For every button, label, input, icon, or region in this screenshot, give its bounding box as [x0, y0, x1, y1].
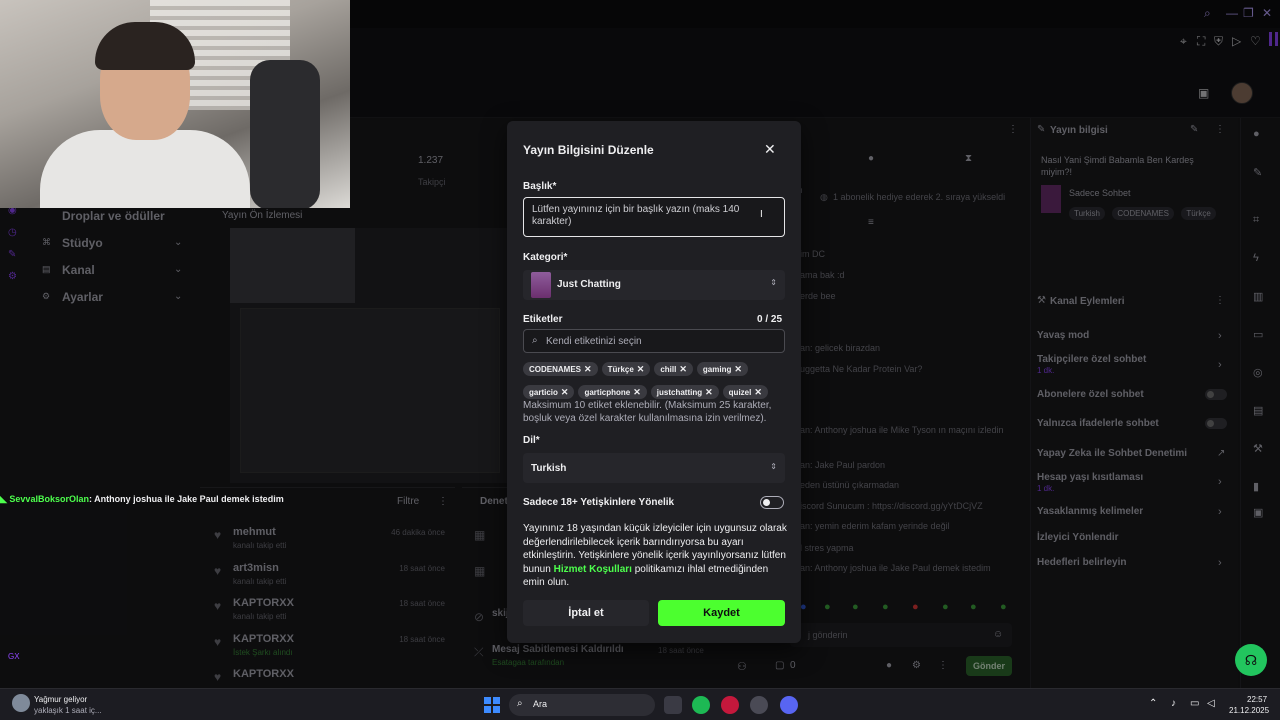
search-icon: ⌕ — [517, 698, 523, 709]
tag-label: garticio — [529, 388, 558, 397]
tag-chip[interactable]: garticio ✕ — [523, 385, 575, 399]
remove-tag-icon[interactable]: ✕ — [584, 364, 592, 374]
remove-tag-icon[interactable]: ✕ — [754, 387, 762, 397]
tags-placeholder: Kendi etiketinizi seçin — [546, 336, 642, 347]
tag-chip[interactable]: justchatting ✕ — [650, 385, 719, 399]
language-label: Dil* — [523, 435, 540, 446]
remove-tag-icon[interactable]: ✕ — [561, 387, 569, 397]
weather-title[interactable]: Yağmur geliyor — [34, 695, 87, 704]
taskbar-search[interactable]: ⌕ Ara — [509, 694, 655, 716]
tag-chip[interactable]: garticphone ✕ — [578, 385, 647, 399]
tags-label: Etiketler — [523, 314, 563, 325]
overlay-chat-icon: ◣ — [0, 494, 10, 504]
category-value: Just Chatting — [557, 279, 621, 290]
close-icon[interactable]: ✕ — [764, 141, 776, 158]
taskbar-search-label: Ara — [533, 699, 548, 709]
save-button[interactable]: Kaydet — [658, 600, 785, 626]
category-select[interactable]: Just Chatting ⇕ — [523, 270, 785, 300]
adult-content-label: Sadece 18+ Yetişkinlere Yönelik — [523, 497, 675, 508]
select-arrows-icon: ⇕ — [770, 278, 777, 287]
tag-label: gaming — [702, 365, 732, 374]
remove-tag-icon[interactable]: ✕ — [633, 387, 641, 397]
title-input[interactable]: Lütfen yayınınız için bir başlık yazın (… — [523, 197, 785, 237]
streamer-shirt — [40, 130, 250, 208]
support-icon[interactable]: ☊ — [1235, 644, 1267, 676]
select-arrows-icon: ⇕ — [770, 462, 777, 471]
tray-chevron-up-icon[interactable]: ⌃ — [1149, 698, 1157, 709]
spotify-icon[interactable] — [692, 696, 710, 714]
overlay-chat-user: SevvalBoksorOlan — [9, 494, 89, 504]
tag-label: justchatting — [656, 388, 703, 397]
overlay-chat-text: : Anthony joshua ile Jake Paul demek ist… — [88, 494, 284, 504]
remove-tag-icon[interactable]: ✕ — [679, 364, 687, 374]
modal-title: Yayın Bilgisini Düzenle — [523, 143, 654, 157]
title-label: Başlık* — [523, 181, 557, 192]
tag-chip[interactable]: CODENAMES ✕ — [523, 362, 598, 376]
gx-icon: GX — [8, 652, 20, 661]
gaming-chair — [250, 60, 320, 208]
language-value: Turkish — [531, 463, 567, 474]
language-select[interactable]: Turkish ⇕ — [523, 453, 785, 483]
adult-warning-text: Yayınınız 18 yaşından küçük izleyiciler … — [523, 522, 789, 590]
remove-tag-icon[interactable]: ✕ — [705, 387, 713, 397]
tag-chip[interactable]: gaming ✕ — [696, 362, 748, 376]
windows-start-icon[interactable] — [484, 697, 500, 713]
file-explorer-icon[interactable] — [664, 696, 682, 714]
remove-tag-icon[interactable]: ✕ — [637, 364, 645, 374]
tags-search-input[interactable]: ⌕ Kendi etiketinizi seçin — [523, 329, 785, 353]
remove-tag-icon[interactable]: ✕ — [734, 364, 742, 374]
tag-chip[interactable]: chill ✕ — [654, 362, 693, 376]
edit-stream-info-modal: Yayın Bilgisini Düzenle ✕ Başlık* Lütfen… — [507, 121, 801, 643]
tag-chip[interactable]: quizel ✕ — [722, 385, 768, 399]
tag-label: garticphone — [584, 388, 631, 397]
tags-help-text: Maksimum 10 etiket eklenebilir. (Maksimu… — [523, 400, 772, 424]
opera-gx-icon[interactable] — [721, 696, 739, 714]
volume-icon[interactable]: ◁ — [1207, 698, 1215, 709]
clock-date[interactable]: 21.12.2025 — [1229, 706, 1269, 715]
microphone-icon[interactable]: ♪ — [1171, 698, 1176, 709]
display-icon[interactable]: ▭ — [1190, 698, 1199, 709]
text-cursor-icon: I — [760, 209, 763, 220]
taskbar: Yağmur geliyor yaklaşık 1 saat iç... ⌕ A… — [0, 688, 1280, 720]
discord-icon[interactable] — [780, 696, 798, 714]
tag-label: chill — [660, 365, 677, 374]
tags-count: 0 / 25 — [757, 314, 783, 325]
tag-label: CODENAMES — [529, 365, 582, 374]
overlay-chat-message: ◣ SevvalBoksorOlan: Anthony joshua ile J… — [0, 494, 284, 505]
webcam-overlay — [0, 0, 350, 208]
adult-content-toggle[interactable] — [760, 496, 784, 509]
category-boxart — [531, 272, 551, 298]
tag-label: Türkçe — [607, 365, 634, 374]
tag-chip[interactable]: Türkçe ✕ — [601, 362, 651, 376]
clock-time[interactable]: 22:57 — [1247, 695, 1267, 704]
obs-icon[interactable] — [750, 696, 768, 714]
search-icon: ⌕ — [532, 335, 538, 346]
tag-label: quizel — [728, 388, 752, 397]
weather-icon[interactable] — [12, 694, 30, 712]
cancel-button[interactable]: İptal et — [523, 600, 649, 626]
terms-of-service-link[interactable]: Hizmet Koşulları — [554, 564, 632, 575]
weather-sub[interactable]: yaklaşık 1 saat iç... — [34, 706, 102, 715]
category-label: Kategori* — [523, 252, 568, 263]
